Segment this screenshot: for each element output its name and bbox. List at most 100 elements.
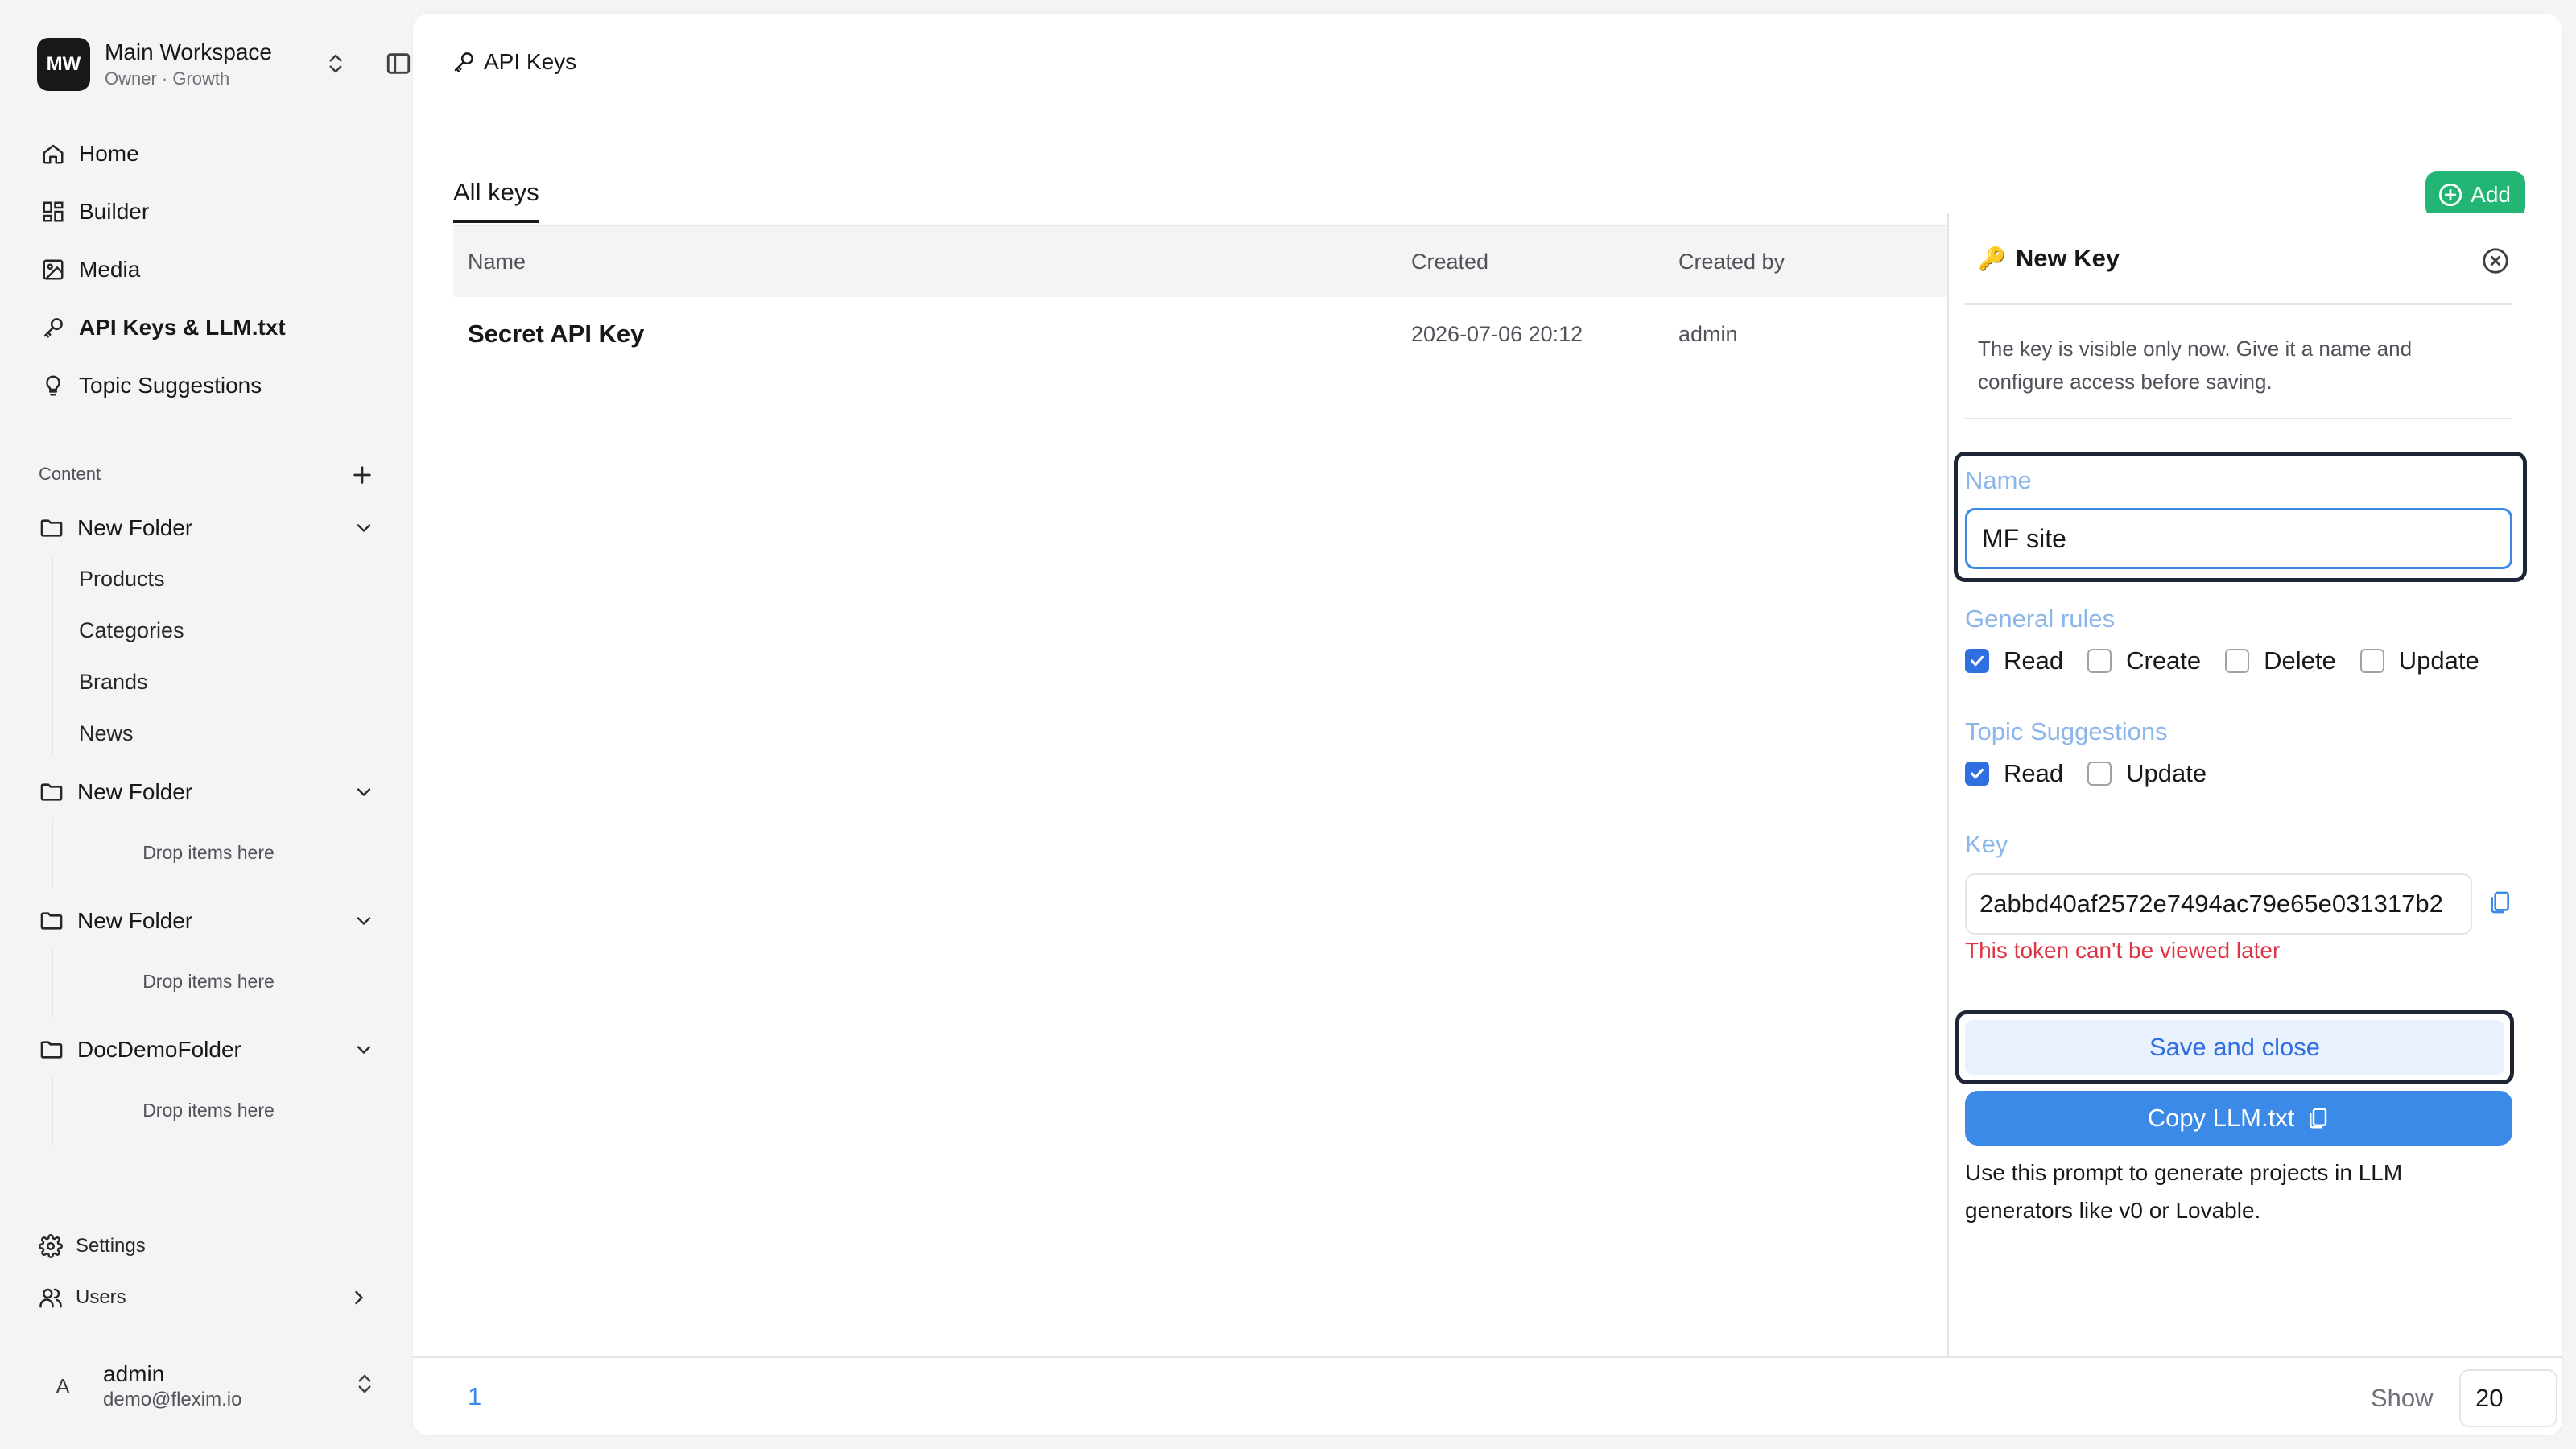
sidebar-item-media[interactable]: Media (27, 245, 386, 295)
checkbox-read[interactable]: Read (1965, 646, 2063, 675)
content-section-label: Content (39, 464, 101, 484)
sidebar: MW Main Workspace Owner · Growth Home Bu… (0, 0, 411, 1449)
row-created: 2026-07-06 20:12 (1411, 321, 1583, 346)
chevron-up-down-icon[interactable] (353, 1372, 377, 1400)
folder-icon (37, 1035, 66, 1064)
sidebar-item-builder[interactable]: Builder (27, 187, 386, 237)
checkbox-update[interactable]: Update (2359, 646, 2479, 675)
chevron-down-icon[interactable] (353, 517, 375, 545)
sidebar-item-label: Builder (79, 199, 150, 224)
checkbox-label: Read (2004, 646, 2064, 675)
content-item-news[interactable]: News (79, 721, 134, 746)
folder-label: New Folder (77, 779, 193, 804)
chevron-down-icon[interactable] (353, 1038, 375, 1067)
grid-icon (39, 197, 68, 226)
user-email: demo@flexim.io (103, 1389, 242, 1410)
table-row[interactable]: Secret API Key 2026-07-06 20:12 admin (453, 297, 1949, 371)
breadcrumb: API Keys (452, 49, 576, 75)
copy-icon[interactable] (2487, 890, 2512, 919)
sidebar-item-users[interactable]: Users (27, 1275, 386, 1320)
checkbox-label: Delete (2264, 646, 2336, 675)
checkbox-create[interactable]: Create (2087, 646, 2201, 675)
panel-title: New Key (2015, 244, 2120, 272)
chevron-down-icon[interactable] (353, 910, 375, 938)
folder-icon (37, 778, 66, 807)
copy-button-label: Copy LLM.txt (2147, 1104, 2295, 1132)
drop-zone[interactable]: Drop items here (52, 842, 365, 864)
llm-hint-text: Use this prompt to generate projects in … (1965, 1160, 2403, 1223)
content-item-products[interactable]: Products (79, 567, 165, 592)
add-content-icon[interactable] (349, 462, 375, 492)
key-icon (452, 50, 476, 74)
drop-zone[interactable]: Drop items here (52, 971, 365, 993)
plus-circle-icon (2437, 181, 2464, 208)
topic-suggestions-label: Topic Suggestions (1965, 717, 2168, 745)
workspace-name: Main Workspace (105, 39, 273, 64)
row-created-by: admin (1678, 321, 1738, 346)
checkbox-label: Create (2126, 646, 2202, 675)
checkbox-topic-read[interactable]: Read (1965, 759, 2063, 788)
user-menu[interactable]: A admin demo@flexim.io (37, 1354, 391, 1418)
column-header-name[interactable]: Name (468, 250, 526, 275)
checkbox-unchecked[interactable] (2225, 649, 2250, 673)
add-key-button[interactable]: Add (2425, 171, 2525, 218)
drop-zone[interactable]: Drop items here (52, 1100, 365, 1121)
checkbox-label: Update (2398, 646, 2479, 675)
workspace-switcher[interactable]: MW Main Workspace Owner · Growth (37, 35, 411, 93)
sidebar-item-label: Settings (76, 1235, 146, 1257)
column-header-created-by[interactable]: Created by (1678, 250, 1785, 275)
chevron-up-down-icon[interactable] (324, 52, 348, 80)
add-button-label: Add (2471, 182, 2511, 207)
topic-rules-group: Read Update (1965, 759, 2231, 788)
tab-all-keys[interactable]: All keys (453, 178, 539, 223)
folder-label: New Folder (77, 908, 193, 933)
sidebar-item-home[interactable]: Home (27, 129, 386, 179)
checkbox-checked[interactable] (1965, 762, 1989, 786)
folder-label: DocDemoFolder (77, 1037, 242, 1062)
close-icon[interactable] (2480, 246, 2511, 280)
workspace-subtitle: Owner · Growth (105, 68, 230, 89)
chevron-down-icon[interactable] (353, 781, 375, 809)
key-label: Key (1965, 830, 2008, 858)
checkbox-delete[interactable]: Delete (2225, 646, 2336, 675)
workspace-logo: MW (37, 38, 90, 91)
copy-icon (2306, 1106, 2330, 1130)
folder-icon (37, 906, 66, 935)
sidebar-item-api-keys[interactable]: API Keys & LLM.txt (27, 303, 386, 353)
checkbox-unchecked[interactable] (2087, 762, 2112, 786)
lightbulb-icon (39, 371, 68, 400)
page-number[interactable]: 1 (468, 1382, 481, 1411)
checkbox-checked[interactable] (1965, 649, 1989, 673)
sidebar-item-topic-suggestions[interactable]: Topic Suggestions (27, 361, 386, 411)
sidebar-item-label: Home (79, 141, 139, 166)
copy-llm-txt-button[interactable]: Copy LLM.txt (1965, 1091, 2512, 1146)
checkbox-label: Update (2126, 759, 2207, 787)
user-name: admin (103, 1361, 165, 1386)
save-and-close-button[interactable]: Save and close (1965, 1020, 2504, 1075)
sidebar-item-settings[interactable]: Settings (27, 1224, 386, 1269)
folder-item[interactable]: New Folder (27, 897, 386, 945)
column-header-created[interactable]: Created (1411, 250, 1488, 275)
key-value-field[interactable]: 2abbd40af2572e7494ac79e65e031317b2 (1965, 873, 2472, 935)
chevron-right-icon[interactable] (348, 1286, 370, 1315)
gear-icon (37, 1232, 64, 1260)
image-icon (39, 255, 68, 284)
folder-item[interactable]: New Folder (27, 504, 386, 552)
users-icon (37, 1284, 64, 1311)
name-label: Name (1965, 466, 2032, 494)
page-size-input[interactable]: 20 (2459, 1369, 2557, 1427)
key-icon (39, 313, 68, 342)
panel-header: 🔑 New Key (1965, 213, 2512, 305)
sidebar-toggle-icon[interactable] (385, 50, 412, 81)
folder-item[interactable]: New Folder (27, 768, 386, 816)
sidebar-item-label: Users (76, 1286, 126, 1308)
checkbox-topic-update[interactable]: Update (2087, 759, 2207, 788)
key-name-input[interactable]: MF site (1965, 508, 2512, 569)
sidebar-item-label: Topic Suggestions (79, 373, 262, 398)
checkbox-unchecked[interactable] (2087, 649, 2112, 673)
checkbox-unchecked[interactable] (2359, 649, 2384, 673)
content-item-categories[interactable]: Categories (79, 618, 184, 643)
folder-item[interactable]: DocDemoFolder (27, 1026, 386, 1074)
show-label: Show (2371, 1384, 2434, 1412)
content-item-brands[interactable]: Brands (79, 670, 148, 695)
